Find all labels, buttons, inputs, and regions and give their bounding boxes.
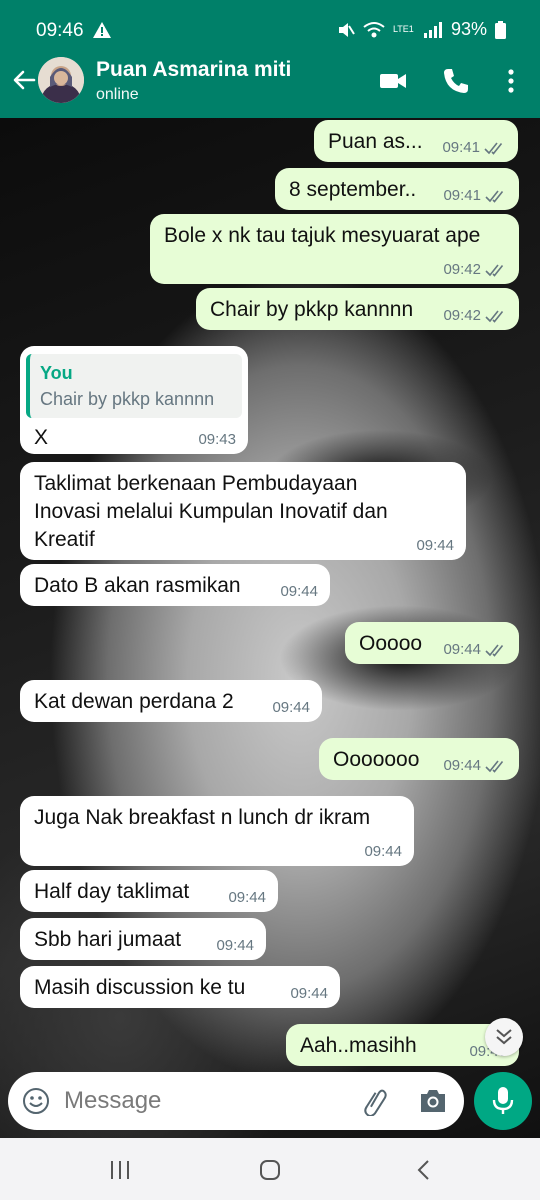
recent-apps-icon[interactable] bbox=[106, 1156, 134, 1184]
message-bubble[interactable]: Sbb hari jumaat 09:44 bbox=[20, 918, 266, 960]
message-time: 09:43 bbox=[198, 431, 236, 448]
avatar[interactable] bbox=[38, 57, 84, 103]
double-check-icon bbox=[485, 264, 504, 277]
double-check-icon bbox=[485, 310, 504, 323]
back-arrow-icon[interactable] bbox=[10, 66, 38, 94]
mute-icon bbox=[338, 22, 355, 37]
message-time: 09:44 bbox=[443, 641, 481, 658]
home-icon[interactable] bbox=[256, 1156, 284, 1184]
signal-icon bbox=[423, 21, 442, 38]
contact-status: online bbox=[96, 86, 139, 103]
message-text: Dato B akan rasmikan bbox=[34, 574, 241, 597]
attach-icon[interactable] bbox=[360, 1086, 390, 1116]
back-nav-icon[interactable] bbox=[410, 1156, 438, 1184]
message-time: 09:44 bbox=[228, 889, 266, 906]
message-bubble[interactable]: Chair by pkkp kannnn 09:42 bbox=[196, 288, 519, 330]
double-check-icon bbox=[485, 644, 504, 657]
message-text: Kat dewan perdana 2 bbox=[34, 690, 234, 713]
message-bubble[interactable]: Puan as... 09:41 bbox=[314, 120, 518, 162]
message-composer bbox=[8, 1072, 464, 1130]
message-time: 09:44 bbox=[364, 843, 402, 860]
message-bubble[interactable]: Kat dewan perdana 2 09:44 bbox=[20, 680, 322, 722]
message-time: 09:44 bbox=[280, 583, 318, 600]
message-bubble[interactable]: Ooooooo 09:44 bbox=[319, 738, 519, 780]
message-time: 09:42 bbox=[443, 261, 481, 278]
message-bubble[interactable]: Ooooo 09:44 bbox=[345, 622, 519, 664]
scroll-to-bottom-button[interactable] bbox=[485, 1018, 523, 1056]
double-chevron-down-icon bbox=[496, 1029, 512, 1045]
message-bubble[interactable]: 8 september.. 09:41 bbox=[275, 168, 519, 210]
more-vert-icon[interactable] bbox=[496, 66, 526, 96]
message-bubble[interactable]: Taklimat berkenaan Pembudayaan Inovasi m… bbox=[20, 462, 466, 560]
message-time: 09:44 bbox=[290, 985, 328, 1002]
contact-name[interactable]: Puan Asmarina miti bbox=[96, 58, 291, 82]
message-time: 09:42 bbox=[443, 307, 481, 324]
chat-header: 09:46 LTE1 93% Puan Asmarina miti online bbox=[0, 0, 540, 118]
phone-icon[interactable] bbox=[441, 66, 471, 96]
status-time: 09:46 bbox=[36, 20, 84, 41]
video-call-icon[interactable] bbox=[378, 66, 408, 96]
message-time: 09:41 bbox=[442, 139, 480, 156]
message-bubble[interactable]: Bole x nk tau tajuk mesyuarat ape 09:42 bbox=[150, 214, 519, 284]
message-time: 09:41 bbox=[443, 187, 481, 204]
emoji-icon[interactable] bbox=[22, 1087, 50, 1115]
message-bubble[interactable]: Dato B akan rasmikan 09:44 bbox=[20, 564, 330, 606]
network-label: LTE1 bbox=[392, 24, 414, 34]
status-icons: LTE1 93% bbox=[337, 19, 506, 40]
mic-icon bbox=[492, 1087, 514, 1114]
battery-percent: 93% bbox=[450, 19, 487, 39]
status-bar: 09:46 LTE1 93% bbox=[0, 0, 540, 58]
message-text-line: Kreatif bbox=[34, 528, 95, 551]
mic-button[interactable] bbox=[474, 1072, 532, 1130]
quote-author: You bbox=[40, 363, 73, 383]
quote-text: Chair by pkkp kannnn bbox=[40, 389, 215, 409]
message-time: 09:44 bbox=[272, 699, 310, 716]
message-bubble[interactable]: Half day taklimat 09:44 bbox=[20, 870, 278, 912]
message-time: 09:44 bbox=[443, 757, 481, 774]
wifi-icon bbox=[363, 21, 385, 37]
message-bubble[interactable]: Masih discussion ke tu 09:44 bbox=[20, 966, 340, 1008]
message-text-line: Taklimat berkenaan Pembudayaan bbox=[34, 472, 358, 495]
message-text: Bole x nk tau tajuk mesyuarat ape bbox=[164, 224, 481, 247]
message-text-line: Inovasi melalui Kumpulan Inovatif dan bbox=[34, 500, 388, 523]
message-text: Masih discussion ke tu bbox=[34, 976, 246, 999]
message-time: 09:44 bbox=[416, 537, 454, 554]
message-text: Juga Nak breakfast n lunch dr ikram bbox=[34, 806, 371, 829]
message-bubble[interactable]: You Chair by pkkp kannnn X 09:43 bbox=[20, 346, 248, 454]
message-bubble[interactable]: Juga Nak breakfast n lunch dr ikram 09:4… bbox=[20, 796, 414, 866]
warning-icon bbox=[93, 22, 111, 38]
double-check-icon bbox=[485, 190, 504, 203]
chat-area[interactable]: Puan as... 09:41 8 september.. 09:41 Bol… bbox=[0, 118, 540, 1138]
double-check-icon bbox=[485, 760, 504, 773]
message-time: 09:44 bbox=[216, 937, 254, 954]
message-input[interactable] bbox=[64, 1082, 344, 1120]
system-nav-bar bbox=[0, 1138, 540, 1200]
battery-icon bbox=[495, 20, 506, 39]
quoted-reply[interactable]: You Chair by pkkp kannnn bbox=[26, 354, 242, 418]
double-check-icon bbox=[484, 142, 503, 155]
camera-icon[interactable] bbox=[418, 1087, 448, 1115]
